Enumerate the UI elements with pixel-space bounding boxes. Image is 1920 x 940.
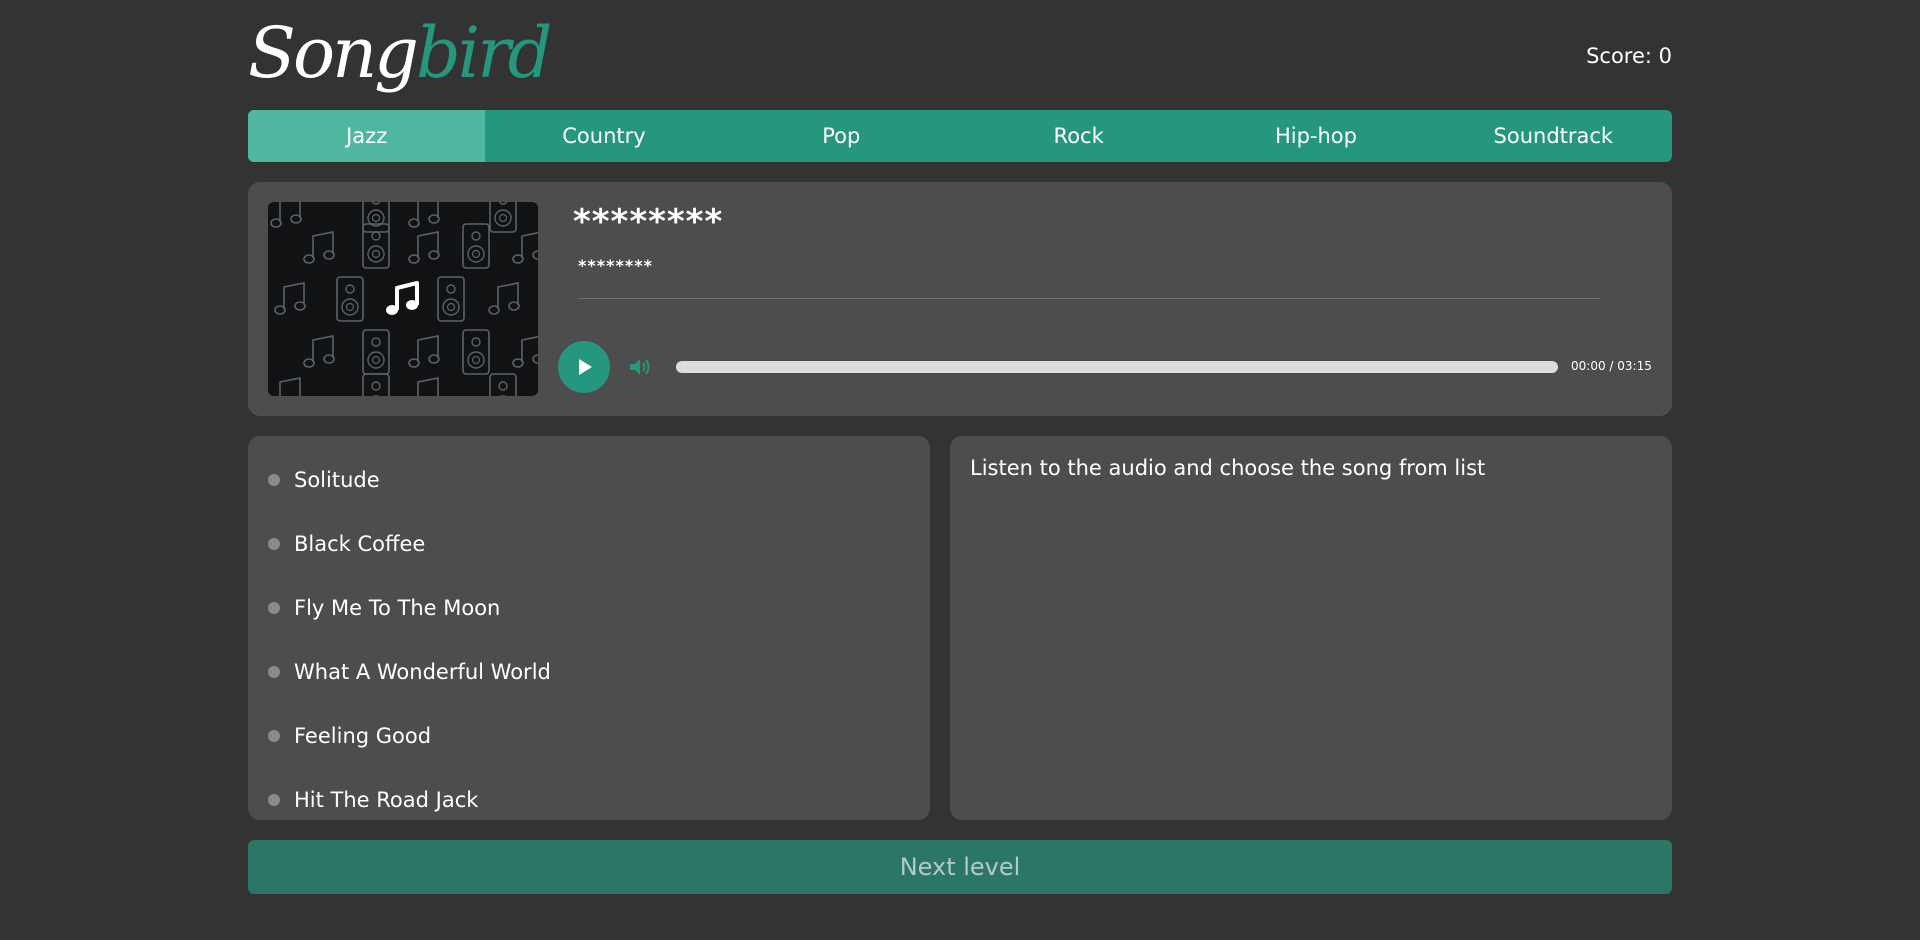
progress-bar[interactable] — [676, 361, 1558, 373]
list-item[interactable]: Solitude — [268, 462, 380, 498]
play-button[interactable] — [558, 341, 610, 393]
option-indicator — [268, 602, 280, 614]
option-label: Feeling Good — [294, 724, 432, 748]
list-item[interactable]: Feeling Good — [268, 718, 431, 754]
option-label: Black Coffee — [294, 532, 426, 556]
instruction-text: Listen to the audio and choose the song … — [970, 456, 1486, 480]
genre-tab-pop[interactable]: Pop — [723, 110, 960, 162]
option-label: Solitude — [294, 468, 380, 492]
track-title: ******** — [573, 202, 724, 242]
option-indicator — [268, 666, 280, 678]
play-icon — [579, 359, 592, 375]
score-label: Score: 0 — [1586, 44, 1672, 68]
divider — [578, 298, 1600, 299]
list-item[interactable]: Fly Me To The Moon — [268, 590, 500, 626]
logo-text-bird: bird — [416, 12, 552, 94]
genre-tab-rock[interactable]: Rock — [960, 110, 1197, 162]
logo[interactable]: Songbird — [248, 8, 552, 98]
track-artist: ******** — [578, 256, 653, 275]
song-info-panel: Listen to the audio and choose the song … — [950, 436, 1672, 820]
header: Songbird Score: 0 — [248, 0, 1672, 110]
genre-tab-soundtrack[interactable]: Soundtrack — [1435, 110, 1672, 162]
list-item[interactable]: Hit The Road Jack — [268, 782, 478, 818]
option-label: What A Wonderful World — [294, 660, 551, 684]
next-level-button[interactable]: Next level — [248, 840, 1672, 894]
song-options-panel: Solitude Black Coffee Fly Me To The Moon… — [248, 436, 930, 820]
player-panel: ******** ******** 00:00 / 03:15 — [248, 182, 1672, 416]
volume-icon — [630, 359, 650, 375]
option-indicator — [268, 538, 280, 550]
genre-tab-jazz[interactable]: Jazz — [248, 110, 486, 162]
genre-tab-country[interactable]: Country — [485, 110, 722, 162]
album-cover — [268, 202, 538, 396]
app-container: Songbird Score: 0 Jazz Country Pop Rock … — [248, 0, 1672, 894]
volume-button[interactable] — [628, 356, 652, 378]
list-item[interactable]: Black Coffee — [268, 526, 425, 562]
time-label: 00:00 / 03:15 — [1571, 359, 1652, 373]
option-label: Hit The Road Jack — [294, 788, 479, 812]
option-indicator — [268, 794, 280, 806]
logo-text-song: Song — [248, 12, 419, 94]
list-item[interactable]: What A Wonderful World — [268, 654, 551, 690]
music-note-icon — [386, 281, 419, 315]
genre-nav: Jazz Country Pop Rock Hip-hop Soundtrack — [248, 110, 1672, 162]
option-indicator — [268, 474, 280, 486]
genre-tab-hip-hop[interactable]: Hip-hop — [1197, 110, 1434, 162]
option-indicator — [268, 730, 280, 742]
option-label: Fly Me To The Moon — [294, 596, 501, 620]
